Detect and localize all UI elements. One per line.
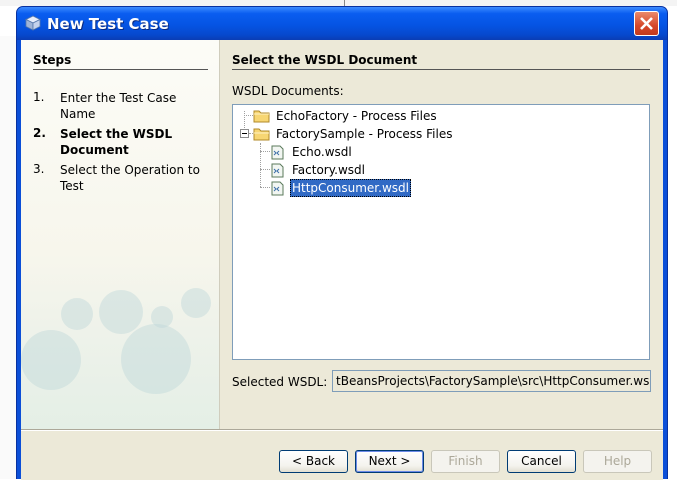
- title-bar[interactable]: New Test Case: [17, 7, 667, 40]
- steps-panel: Steps 1. Enter the Test Case Name 2. Sel…: [21, 40, 219, 429]
- next-button[interactable]: Next >: [355, 450, 424, 473]
- folder-open-icon: [253, 128, 270, 141]
- panel-divider: [219, 40, 220, 429]
- decorative-bubble: [21, 330, 81, 390]
- decorative-bubble: [181, 288, 211, 318]
- tree-connector: [260, 143, 262, 187]
- window-title: New Test Case: [47, 15, 169, 33]
- selected-wsdl-field[interactable]: tBeansProjects\FactorySample\src\HttpCon…: [332, 370, 651, 392]
- steps-heading-rule: [33, 69, 208, 70]
- app-cube-icon: [25, 15, 41, 31]
- cancel-button[interactable]: Cancel: [507, 450, 576, 473]
- dialog-client-area: Steps 1. Enter the Test Case Name 2. Sel…: [21, 40, 663, 480]
- step-label: Select the Operation to Test: [60, 163, 200, 193]
- step-label: Enter the Test Case Name: [60, 91, 177, 121]
- wsdl-documents-label: WSDL Documents:: [232, 84, 344, 98]
- help-button[interactable]: Help: [583, 450, 652, 473]
- content-heading: Select the WSDL Document: [232, 53, 418, 67]
- wsdl-file-icon: [271, 181, 284, 196]
- dialog-window: New Test Case Steps 1. Enter the Test Ca…: [16, 6, 668, 480]
- collapse-toggle[interactable]: [240, 129, 249, 138]
- wsdl-tree[interactable]: EchoFactory - Process Files FactorySampl…: [232, 104, 650, 360]
- wsdl-file-icon: [271, 163, 284, 178]
- step-number: 3.: [33, 162, 45, 176]
- close-button[interactable]: [634, 11, 659, 36]
- finish-button[interactable]: Finish: [431, 450, 500, 473]
- tree-connector: [260, 187, 270, 189]
- steps-heading: Steps: [33, 53, 72, 67]
- tree-node-label: Echo.wsdl: [292, 145, 352, 159]
- decorative-bubble: [121, 324, 191, 394]
- decorative-bubble: [61, 298, 93, 330]
- step-label: Select the WSDL Document: [60, 127, 173, 157]
- tree-node-label: FactorySample - Process Files: [276, 127, 453, 141]
- back-button[interactable]: < Back: [279, 450, 348, 473]
- content-heading-rule: [232, 69, 650, 70]
- folder-icon: [253, 110, 270, 123]
- step-number: 2.: [33, 126, 46, 140]
- tree-connector: [260, 151, 270, 153]
- step-number: 1.: [33, 90, 45, 104]
- decorative-bubble: [99, 290, 143, 334]
- selected-wsdl-label: Selected WSDL:: [232, 375, 328, 389]
- tree-node-label-selected: HttpConsumer.wsdl: [290, 179, 411, 197]
- tree-node-label: Factory.wsdl: [292, 163, 365, 177]
- close-icon: [640, 17, 653, 30]
- tree-connector: [260, 169, 270, 171]
- button-bar-divider-highlight: [21, 430, 663, 431]
- wsdl-file-icon: [271, 145, 284, 160]
- tree-connector: [244, 115, 253, 117]
- tree-node-label: EchoFactory - Process Files: [276, 109, 437, 123]
